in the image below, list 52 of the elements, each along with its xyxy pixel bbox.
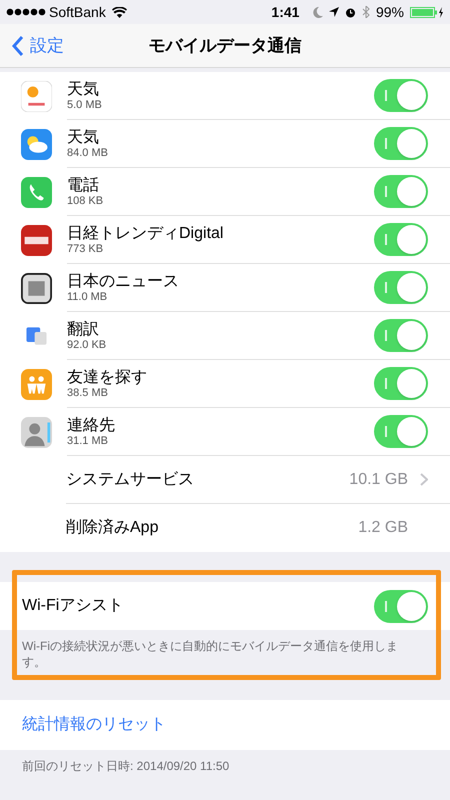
app-name: 天気 [67,80,100,98]
section-footer: 前回のリセット日時: 2014/09/20 11:50 [0,750,450,775]
contacts-app-icon [21,416,52,448]
app-name: 友達を探す [67,368,148,386]
wifi-icon [112,6,127,18]
toggle-switch[interactable] [374,590,428,622]
row-label: 削除済みApp [66,518,160,538]
row-value: 1.2 GB [358,518,408,538]
toggle-switch[interactable] [374,271,428,304]
toggle-switch[interactable] [374,415,428,448]
clock-time: 1:41 [271,2,300,22]
signal-icon [6,8,46,16]
usage-amount: 92.0 KB [67,338,108,352]
battery-percent: 99% [376,2,404,22]
usage-amount: 11.0 MB [67,290,108,304]
row-label: Wi-Fiアシスト [22,596,124,616]
weather-app-icon [21,80,52,112]
alarm-clock-icon [344,6,356,18]
app-name: 連絡先 [67,416,116,434]
back-button[interactable]: 設定 [0,32,64,58]
toggle-switch[interactable] [374,79,428,112]
toggle-switch[interactable] [374,223,428,256]
phone-app-icon [21,176,52,208]
row-value: 10.1 GB [349,470,408,490]
weather-app-icon [21,128,52,160]
app-name: 日本のニュース [67,272,180,290]
usage-amount: 773 KB [67,242,104,256]
usage-amount: 31.1 MB [67,434,109,448]
friends-app-icon [21,368,52,400]
back-chevron-icon [12,36,24,56]
carrier-name: SoftBank [49,2,106,22]
toggle-switch[interactable] [374,127,428,160]
usage-amount: 108 KB [67,194,104,208]
toggle-switch[interactable] [374,367,428,400]
reset-link[interactable]: 統計情報のリセット [22,713,166,737]
toggle-switch[interactable] [374,175,428,208]
battery-charging-icon [410,6,444,18]
location-arrow-icon [328,7,339,17]
bluetooth-icon [362,6,370,18]
section-footer: Wi-Fiの接続状況が悪いときに自動的にモバイルデータ通信を使用します。 [0,630,450,670]
app-name: 天気 [67,128,100,146]
app-name: 電話 [67,176,100,194]
usage-amount: 38.5 MB [67,386,109,400]
app-name: 日経トレンディDigital [67,224,224,242]
row-label: システムサービス [66,470,195,490]
usage-amount: 84.0 MB [67,146,109,160]
app-name: 翻訳 [67,320,100,338]
moon-icon [312,6,323,18]
toggle-switch[interactable] [374,319,428,352]
nav-title: モバイルデータ通信 [148,34,302,57]
chevron-icon [420,473,428,486]
usage-amount: 5.0 MB [67,98,103,112]
